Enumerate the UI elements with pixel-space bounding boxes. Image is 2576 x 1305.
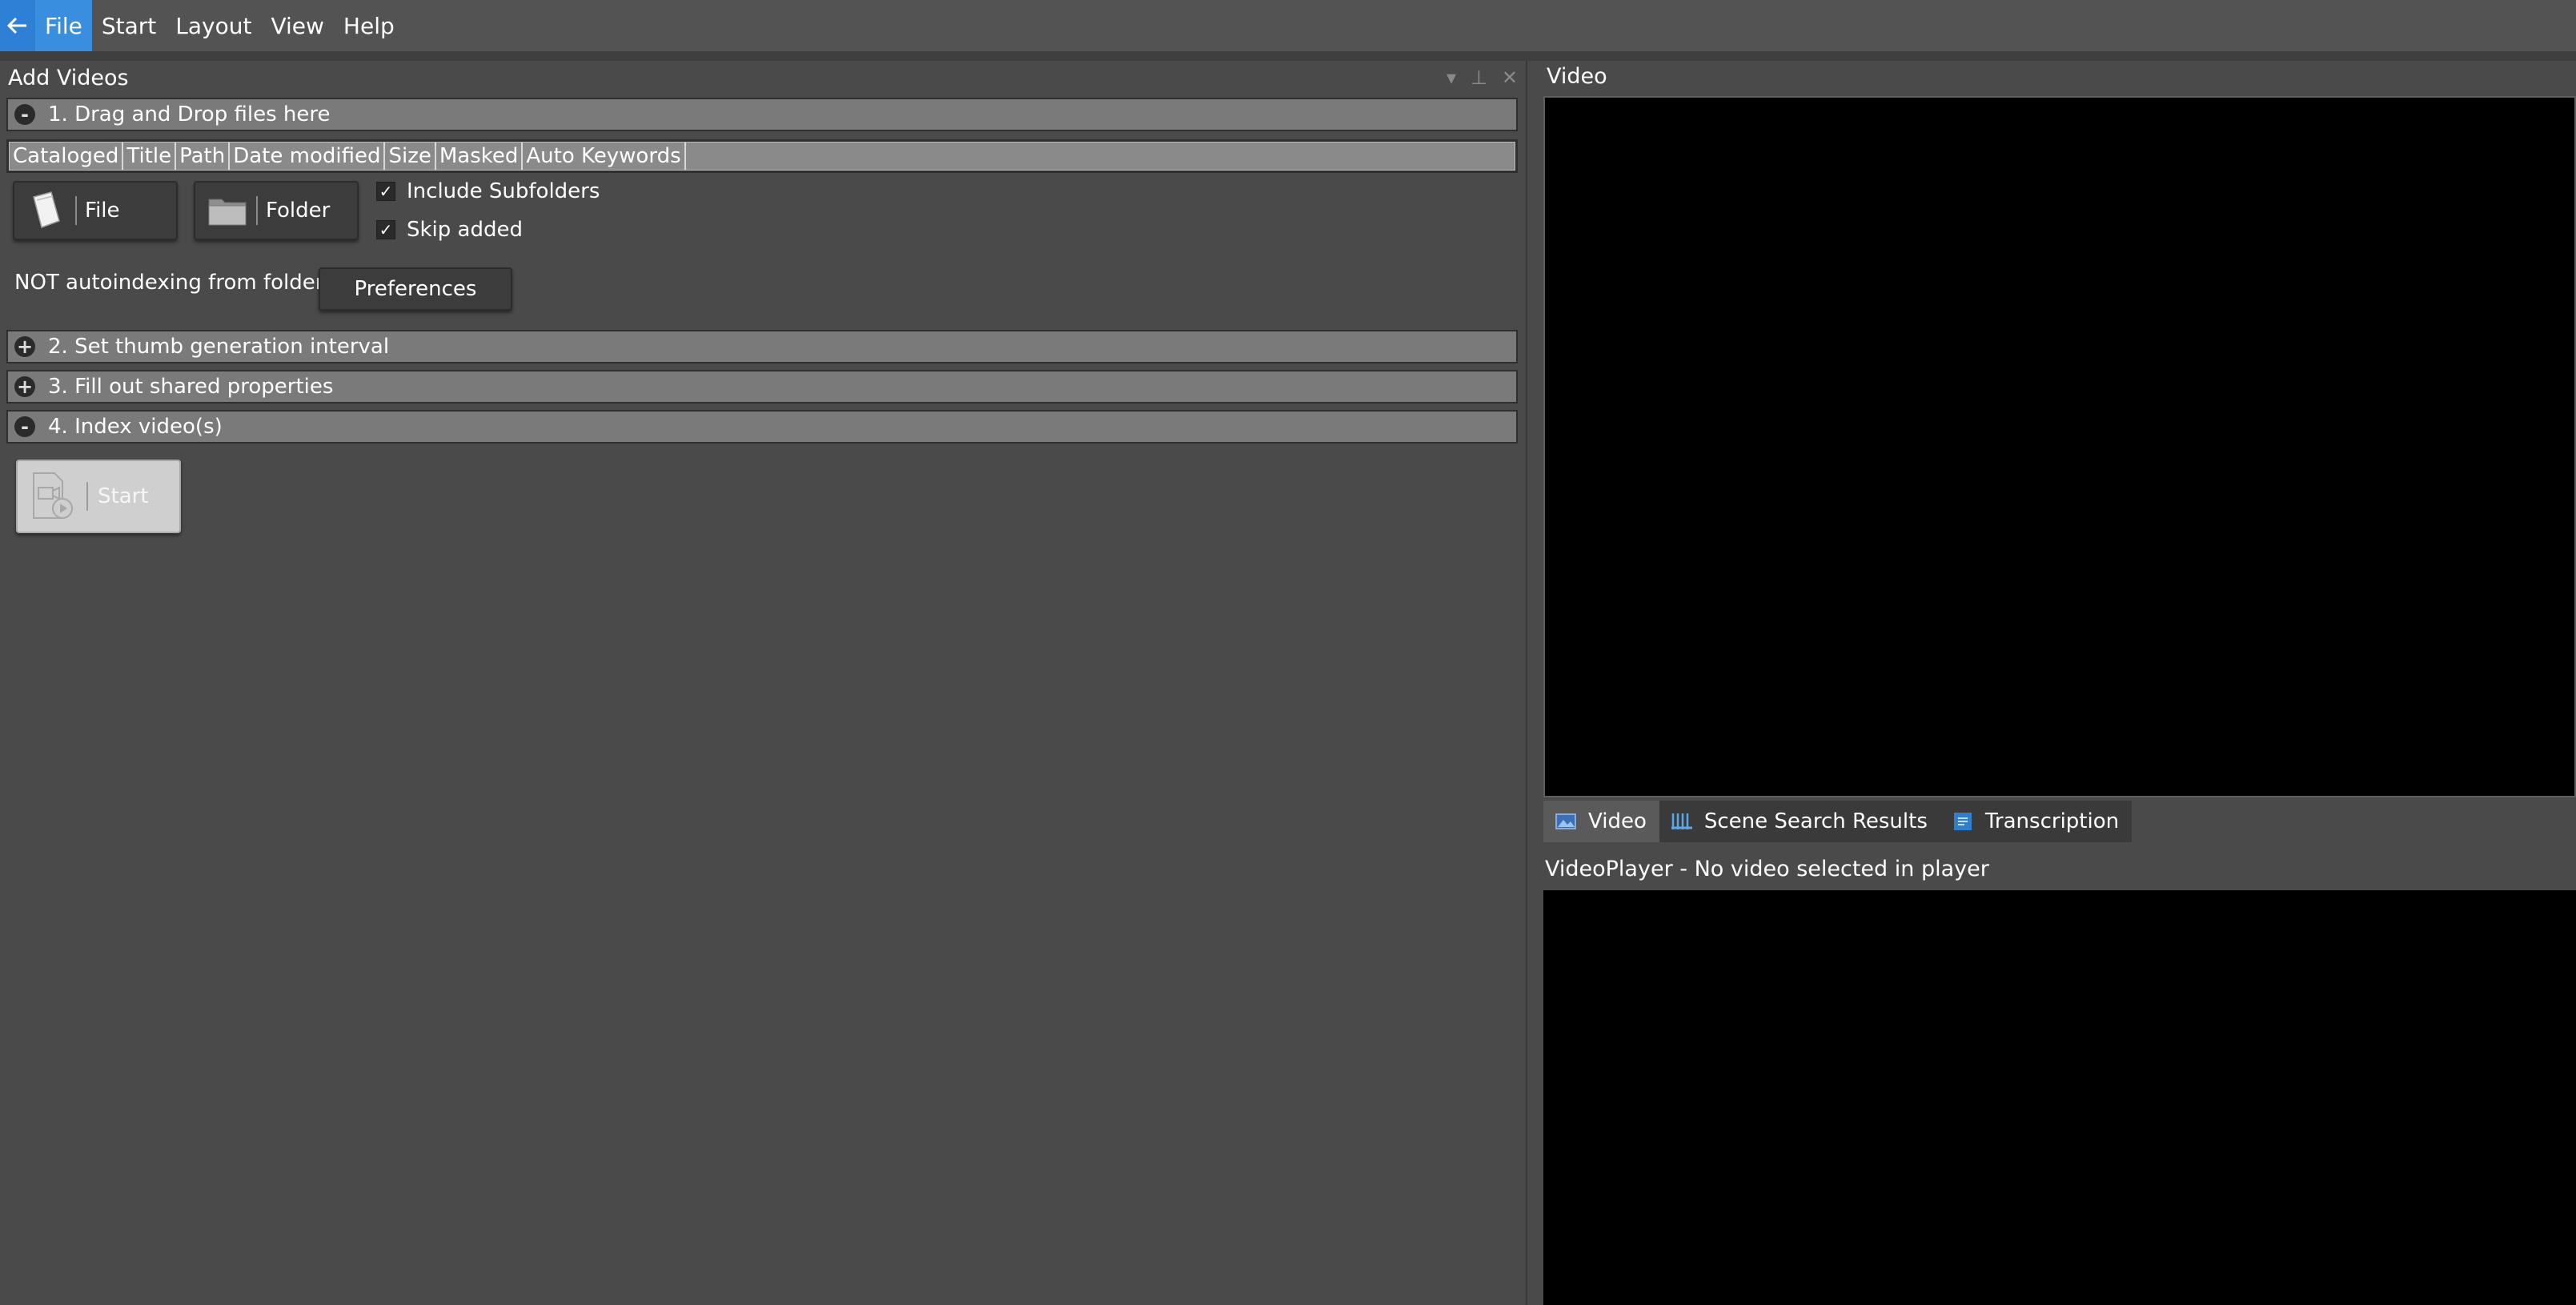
- menu-bar: File Start Layout View Help: [0, 0, 2576, 51]
- video-preview[interactable]: [1543, 96, 2576, 797]
- file-icon: [24, 188, 69, 233]
- autoindex-status: NOT autoindexing from folder: [14, 271, 324, 295]
- checkmark-icon[interactable]: ✓: [376, 220, 395, 239]
- section-label: 1. Drag and Drop files here: [48, 102, 331, 126]
- close-icon[interactable]: ✕: [1502, 66, 1518, 89]
- video-player[interactable]: [1543, 890, 2576, 1305]
- file-table-header: Cataloged Title Path Date modified Size …: [6, 139, 1518, 173]
- menu-view[interactable]: View: [261, 0, 333, 51]
- section-index-videos[interactable]: - 4. Index video(s): [6, 410, 1518, 444]
- add-videos-panel: Add Videos ▾ ⊥ ✕ - 1. Drag and Drop file…: [0, 61, 1527, 1305]
- menu-file[interactable]: File: [35, 0, 92, 51]
- menu-help[interactable]: Help: [334, 0, 404, 51]
- add-file-button[interactable]: File: [13, 181, 178, 240]
- expand-icon[interactable]: +: [14, 336, 35, 357]
- include-subfolders-checkbox[interactable]: ✓ Include Subfolders: [376, 179, 600, 203]
- skip-added-checkbox[interactable]: ✓ Skip added: [376, 218, 523, 242]
- column-date-modified[interactable]: Date modified: [230, 143, 386, 170]
- section-label: 4. Index video(s): [48, 415, 223, 439]
- column-auto-keywords[interactable]: Auto Keywords: [523, 143, 686, 170]
- video-panel: Video Video Scene Search Results Transcr…: [1535, 61, 2576, 1305]
- start-button-label: Start: [98, 484, 149, 508]
- panel-title: Add Videos: [8, 65, 129, 90]
- tab-scene-search-results[interactable]: Scene Search Results: [1659, 801, 1940, 842]
- tab-transcription[interactable]: Transcription: [1940, 801, 2133, 842]
- section-thumb-interval[interactable]: + 2. Set thumb generation interval: [6, 330, 1518, 363]
- column-title[interactable]: Title: [123, 143, 177, 170]
- section-label: 2. Set thumb generation interval: [48, 335, 390, 359]
- section-drag-drop[interactable]: - 1. Drag and Drop files here: [6, 98, 1518, 131]
- video-file-icon: [26, 468, 82, 524]
- add-folder-button[interactable]: Folder: [194, 181, 359, 240]
- checkmark-icon[interactable]: ✓: [376, 182, 395, 201]
- back-button[interactable]: [0, 0, 35, 51]
- include-subfolders-label: Include Subfolders: [407, 179, 600, 203]
- folder-icon: [205, 188, 250, 233]
- column-size[interactable]: Size: [385, 143, 436, 170]
- video-panel-title: Video: [1547, 64, 1607, 89]
- video-player-status: VideoPlayer - No video selected in playe…: [1545, 857, 1989, 881]
- start-index-button[interactable]: Start: [16, 460, 181, 533]
- column-cataloged[interactable]: Cataloged: [10, 143, 124, 170]
- expand-icon[interactable]: +: [14, 376, 35, 397]
- menu-start[interactable]: Start: [92, 0, 166, 51]
- bottom-tabs: Video Scene Search Results Transcription: [1543, 801, 2133, 842]
- collapse-icon[interactable]: -: [14, 416, 35, 437]
- collapse-icon[interactable]: -: [14, 104, 35, 125]
- file-button-label: File: [85, 199, 120, 223]
- dropdown-icon[interactable]: ▾: [1446, 66, 1456, 89]
- transcription-icon: [1953, 813, 1972, 830]
- folder-button-label: Folder: [266, 199, 331, 223]
- section-shared-properties[interactable]: + 3. Fill out shared properties: [6, 370, 1518, 404]
- pin-icon[interactable]: ⊥: [1471, 66, 1487, 89]
- scene-search-icon: [1671, 813, 1692, 829]
- column-masked[interactable]: Masked: [436, 143, 524, 170]
- column-path[interactable]: Path: [176, 143, 231, 170]
- tab-video[interactable]: Video: [1543, 801, 1659, 842]
- skip-added-label: Skip added: [407, 218, 523, 242]
- video-tab-icon: [1555, 813, 1576, 829]
- preferences-button[interactable]: Preferences: [319, 267, 512, 311]
- menu-divider: [0, 51, 2576, 61]
- menu-layout[interactable]: Layout: [166, 0, 261, 51]
- back-arrow-icon: [7, 17, 26, 34]
- section-label: 3. Fill out shared properties: [48, 375, 334, 399]
- panel-header: Add Videos ▾ ⊥ ✕: [0, 61, 1526, 94]
